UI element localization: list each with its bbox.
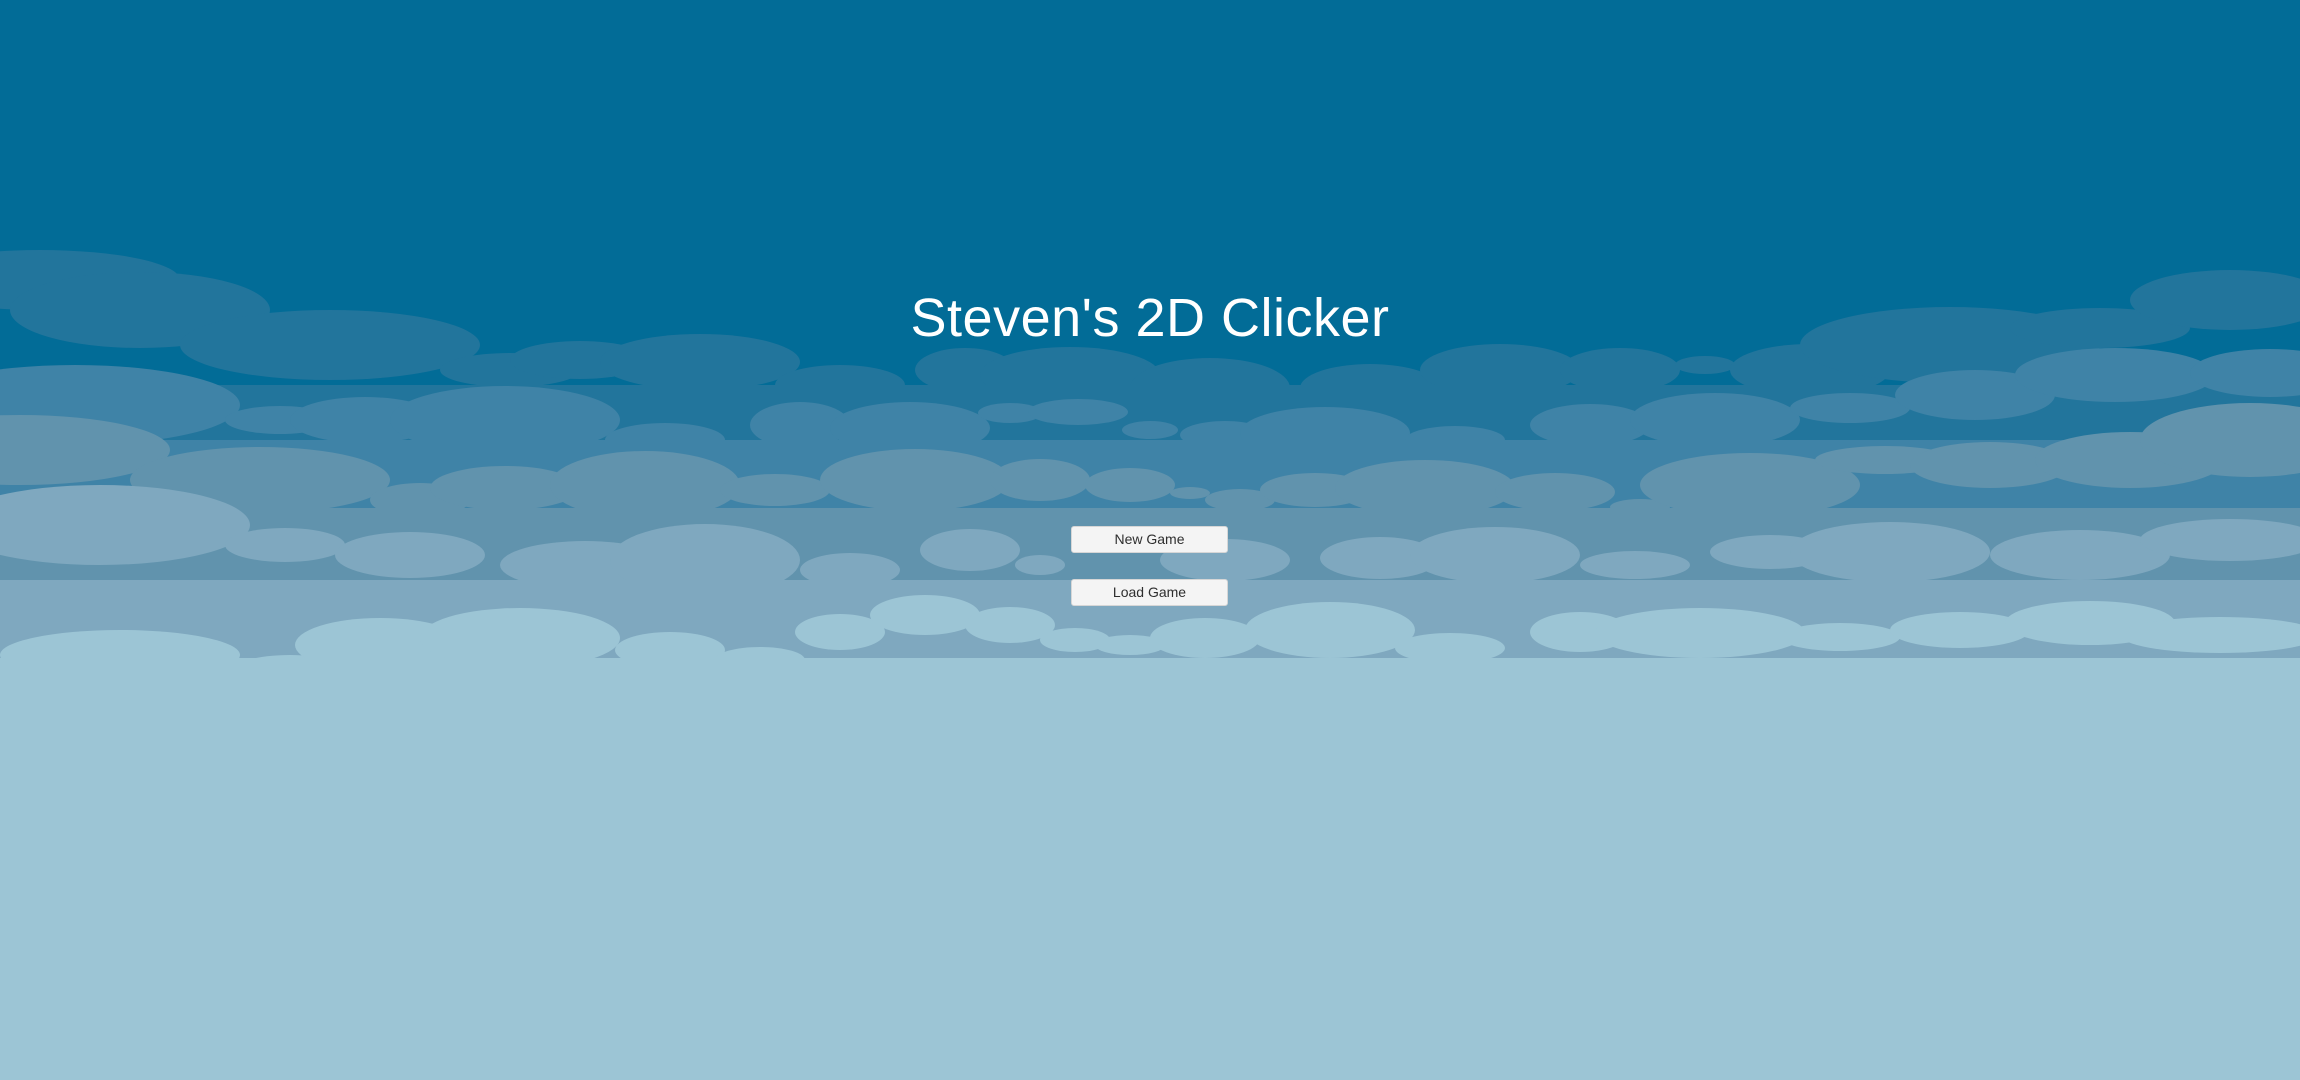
new-game-button[interactable]: New Game	[1071, 526, 1228, 553]
load-game-button[interactable]: Load Game	[1071, 579, 1228, 606]
game-title: Steven's 2D Clicker	[910, 288, 1390, 348]
cloud-layer-5	[0, 595, 2300, 1080]
